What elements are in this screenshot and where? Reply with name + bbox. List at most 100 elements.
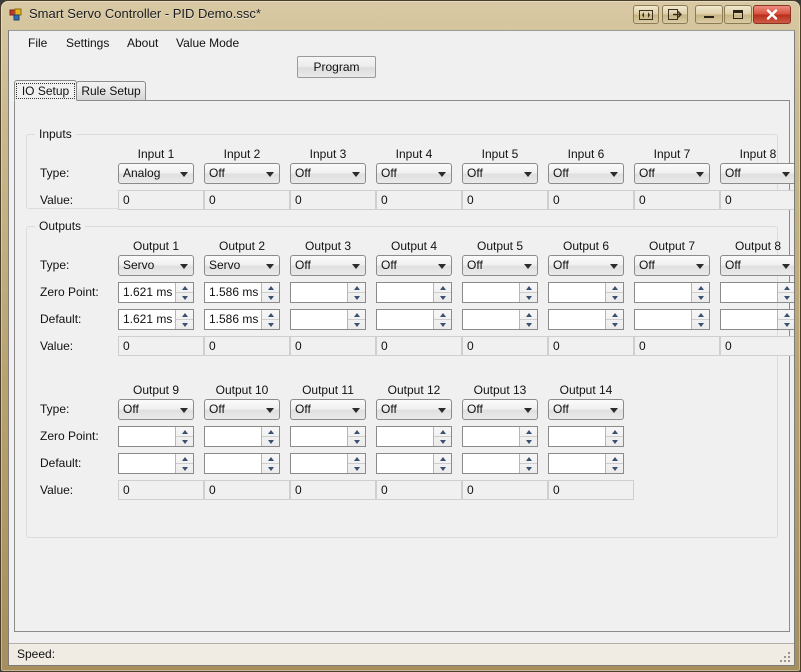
output-7-zero-point-spinner[interactable] [634,282,710,303]
spinner-up-icon[interactable] [176,310,193,320]
spinner-up-icon[interactable] [348,427,365,437]
close-icon[interactable] [753,5,791,24]
output-1-zero-point-spinner-stepper[interactable] [175,283,193,302]
output-2-zero-point-spinner[interactable]: 1.586 ms [204,282,280,303]
spinner-up-icon[interactable] [348,310,365,320]
output-13-default-spinner-stepper[interactable] [519,454,537,473]
spinner-down-icon[interactable] [434,437,451,446]
output-1-zero-point-spinner[interactable]: 1.621 ms [118,282,194,303]
spinner-down-icon[interactable] [778,320,794,329]
output-10-type-select[interactable]: Off [204,399,280,420]
spinner-down-icon[interactable] [176,437,193,446]
output-11-type-select[interactable]: Off [290,399,366,420]
detach-panel-icon[interactable] [662,5,688,24]
input-5-type-select[interactable]: Off [462,163,538,184]
spinner-down-icon[interactable] [778,293,794,302]
spinner-up-icon[interactable] [262,310,279,320]
output-10-zero-point-spinner-stepper[interactable] [261,427,279,446]
output-14-zero-point-spinner-stepper[interactable] [605,427,623,446]
spinner-up-icon[interactable] [520,310,537,320]
output-12-default-spinner-stepper[interactable] [433,454,451,473]
input-8-type-select[interactable]: Off [720,163,794,184]
spinner-up-icon[interactable] [262,283,279,293]
spinner-down-icon[interactable] [348,464,365,473]
spinner-down-icon[interactable] [692,293,709,302]
output-7-default-spinner[interactable] [634,309,710,330]
tab-io-setup[interactable]: IO Setup [14,80,77,101]
output-4-zero-point-spinner-stepper[interactable] [433,283,451,302]
output-2-type-select[interactable]: Servo [204,255,280,276]
spinner-down-icon[interactable] [434,293,451,302]
spinner-down-icon[interactable] [262,320,279,329]
output-10-default-spinner-stepper[interactable] [261,454,279,473]
spinner-down-icon[interactable] [606,320,623,329]
spinner-down-icon[interactable] [176,464,193,473]
spinner-down-icon[interactable] [520,293,537,302]
spinner-down-icon[interactable] [520,464,537,473]
output-1-type-select[interactable]: Servo [118,255,194,276]
spinner-up-icon[interactable] [606,454,623,464]
tab-rule-setup[interactable]: Rule Setup [76,81,146,101]
output-2-default-spinner[interactable]: 1.586 ms [204,309,280,330]
output-8-zero-point-spinner[interactable] [720,282,794,303]
output-11-default-spinner[interactable] [290,453,366,474]
spinner-up-icon[interactable] [778,283,794,293]
spinner-down-icon[interactable] [692,320,709,329]
spinner-up-icon[interactable] [606,283,623,293]
menu-item-file[interactable]: File [22,35,53,52]
minimize-icon[interactable] [695,5,723,24]
spinner-up-icon[interactable] [434,427,451,437]
output-8-default-spinner[interactable] [720,309,794,330]
spinner-up-icon[interactable] [434,454,451,464]
output-9-default-spinner[interactable] [118,453,194,474]
output-4-default-spinner-stepper[interactable] [433,310,451,329]
spinner-up-icon[interactable] [176,427,193,437]
output-3-default-spinner-stepper[interactable] [347,310,365,329]
toggle-panel-icon[interactable] [633,5,659,24]
input-1-type-select[interactable]: Analog [118,163,194,184]
output-5-zero-point-spinner-stepper[interactable] [519,283,537,302]
output-12-type-select[interactable]: Off [376,399,452,420]
spinner-down-icon[interactable] [348,437,365,446]
output-9-zero-point-spinner-stepper[interactable] [175,427,193,446]
input-6-type-select[interactable]: Off [548,163,624,184]
spinner-down-icon[interactable] [520,320,537,329]
spinner-up-icon[interactable] [606,310,623,320]
output-10-zero-point-spinner[interactable] [204,426,280,447]
output-7-default-spinner-stepper[interactable] [691,310,709,329]
spinner-down-icon[interactable] [606,437,623,446]
spinner-down-icon[interactable] [606,293,623,302]
spinner-up-icon[interactable] [262,454,279,464]
output-13-default-spinner[interactable] [462,453,538,474]
spinner-down-icon[interactable] [348,320,365,329]
output-7-type-select[interactable]: Off [634,255,710,276]
output-3-zero-point-spinner-stepper[interactable] [347,283,365,302]
spinner-up-icon[interactable] [434,283,451,293]
input-4-type-select[interactable]: Off [376,163,452,184]
output-6-default-spinner[interactable] [548,309,624,330]
output-9-type-select[interactable]: Off [118,399,194,420]
spinner-up-icon[interactable] [348,283,365,293]
output-6-zero-point-spinner-stepper[interactable] [605,283,623,302]
input-2-type-select[interactable]: Off [204,163,280,184]
spinner-down-icon[interactable] [520,437,537,446]
output-2-default-spinner-stepper[interactable] [261,310,279,329]
output-2-zero-point-spinner-stepper[interactable] [261,283,279,302]
output-5-default-spinner-stepper[interactable] [519,310,537,329]
spinner-down-icon[interactable] [262,464,279,473]
spinner-up-icon[interactable] [348,454,365,464]
output-14-type-select[interactable]: Off [548,399,624,420]
output-10-default-spinner[interactable] [204,453,280,474]
output-13-type-select[interactable]: Off [462,399,538,420]
spinner-up-icon[interactable] [520,427,537,437]
output-5-default-spinner[interactable] [462,309,538,330]
output-7-zero-point-spinner-stepper[interactable] [691,283,709,302]
output-1-default-spinner-stepper[interactable] [175,310,193,329]
output-8-zero-point-spinner-stepper[interactable] [777,283,794,302]
output-13-zero-point-spinner-stepper[interactable] [519,427,537,446]
output-6-type-select[interactable]: Off [548,255,624,276]
output-12-default-spinner[interactable] [376,453,452,474]
output-8-type-select[interactable]: Off [720,255,794,276]
output-3-type-select[interactable]: Off [290,255,366,276]
input-3-type-select[interactable]: Off [290,163,366,184]
